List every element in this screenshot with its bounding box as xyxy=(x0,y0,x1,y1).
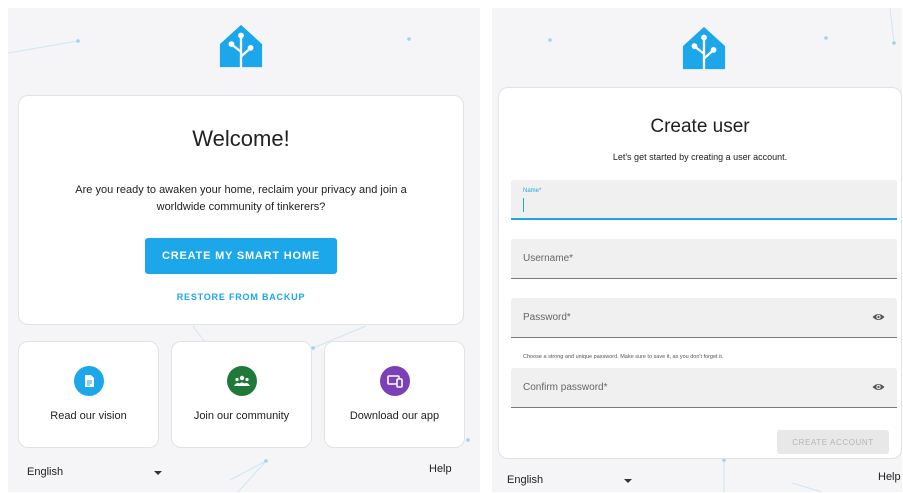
welcome-text: Are you ready to awaken your home, recla… xyxy=(75,184,407,213)
tile-label: Download our app xyxy=(349,410,440,422)
read-vision-tile[interactable]: Read our vision xyxy=(18,341,159,448)
onboarding-panel: Welcome! Are you ready to awaken your ho… xyxy=(8,8,480,492)
restore-from-backup-button[interactable]: RESTORE FROM BACKUP xyxy=(177,292,306,302)
confirm-password-field[interactable]: Confirm password* xyxy=(511,368,897,408)
create-account-button[interactable]: CREATE ACCOUNT xyxy=(777,430,889,454)
language-select[interactable]: English xyxy=(27,466,63,478)
home-assistant-logo xyxy=(219,24,263,69)
tile-label: Join our community xyxy=(193,410,290,422)
create-user-subtitle: Let's get started by creating a user acc… xyxy=(612,152,788,162)
create-user-card: Create user Let's get started by creatin… xyxy=(498,87,902,459)
name-field[interactable]: Name* xyxy=(511,180,897,220)
community-icon xyxy=(226,366,257,396)
download-app-tile[interactable]: Download our app xyxy=(324,341,465,448)
home-assistant-logo xyxy=(682,26,726,71)
password-field-label: Password* xyxy=(523,312,571,323)
language-select[interactable]: English xyxy=(507,474,543,486)
create-smart-home-button[interactable]: CREATE MY SMART HOME xyxy=(145,238,337,274)
chevron-down-icon[interactable] xyxy=(624,479,632,483)
help-link[interactable]: Help xyxy=(878,471,901,483)
join-community-tile[interactable]: Join our community xyxy=(171,341,312,448)
help-link[interactable]: Help xyxy=(429,463,452,475)
username-field-label: Username* xyxy=(523,253,574,264)
welcome-card: Welcome! Are you ready to awaken your ho… xyxy=(18,95,464,325)
tile-label: Read our vision xyxy=(50,410,127,422)
create-user-title: Create user xyxy=(650,116,750,137)
create-user-panel: Create user Let's get started by creatin… xyxy=(492,8,902,492)
name-field-label: Name* xyxy=(523,188,542,194)
confirm-password-field-label: Confirm password* xyxy=(523,382,608,393)
eye-icon[interactable] xyxy=(872,382,885,392)
devices-icon xyxy=(379,366,410,396)
password-field[interactable]: Password* xyxy=(511,298,897,338)
welcome-title: Welcome! xyxy=(192,126,290,151)
text-cursor xyxy=(523,198,524,212)
password-helper-text: Choose a strong and unique password. Mak… xyxy=(523,354,724,360)
document-icon xyxy=(73,366,104,396)
eye-icon[interactable] xyxy=(872,312,885,322)
chevron-down-icon[interactable] xyxy=(154,471,162,475)
username-field[interactable]: Username* xyxy=(511,239,897,279)
